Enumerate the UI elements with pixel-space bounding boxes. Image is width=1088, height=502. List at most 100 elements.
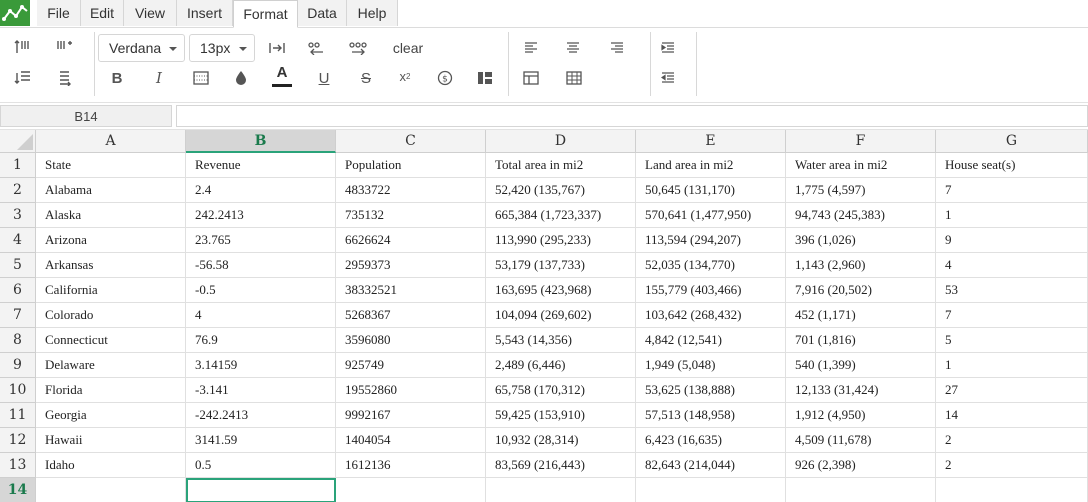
align-center-icon[interactable] [560,36,586,60]
cell-c12[interactable]: 1404054 [336,428,486,453]
cell-g5[interactable]: 4 [936,253,1088,278]
column-header-e[interactable]: E [636,130,786,153]
cell-g7[interactable]: 7 [936,303,1088,328]
cell-c10[interactable]: 19552860 [336,378,486,403]
cell-c9[interactable]: 925749 [336,353,486,378]
menu-edit[interactable]: Edit [81,0,124,26]
text-wrap-icon[interactable] [264,36,290,60]
row-header-3[interactable]: 3 [0,203,36,228]
cell-b10[interactable]: -3.141 [186,378,336,403]
cell-a12[interactable]: Hawaii [36,428,186,453]
cell-f8[interactable]: 701 (1,816) [786,328,936,353]
insert-column-icon[interactable] [52,35,78,59]
underline-icon[interactable]: U [311,66,337,90]
column-header-b[interactable]: B [186,130,336,153]
row-header-12[interactable]: 12 [0,428,36,453]
cell-f5[interactable]: 1,143 (2,960) [786,253,936,278]
align-left-icon[interactable] [518,36,544,60]
insert-row-above-icon[interactable] [10,35,36,59]
delete-row-icon[interactable] [10,66,36,90]
cell-g11[interactable]: 14 [936,403,1088,428]
row-header-4[interactable]: 4 [0,228,36,253]
cell-b8[interactable]: 76.9 [186,328,336,353]
cell-e4[interactable]: 113,594 (294,207) [636,228,786,253]
cell-f2[interactable]: 1,775 (4,597) [786,178,936,203]
cell-d11[interactable]: 59,425 (153,910) [486,403,636,428]
cell-c4[interactable]: 6626624 [336,228,486,253]
cell-c13[interactable]: 1612136 [336,453,486,478]
cell-f6[interactable]: 7,916 (20,502) [786,278,936,303]
cell-c6[interactable]: 38332521 [336,278,486,303]
decrease-decimal-icon[interactable] [304,36,330,60]
cell-e13[interactable]: 82,643 (214,044) [636,453,786,478]
cell-e12[interactable]: 6,423 (16,635) [636,428,786,453]
table-icon[interactable] [518,66,544,90]
row-header-10[interactable]: 10 [0,378,36,403]
indent-increase-icon[interactable] [655,36,681,60]
column-header-c[interactable]: C [336,130,486,153]
cell-d8[interactable]: 5,543 (14,356) [486,328,636,353]
cell-g3[interactable]: 1 [936,203,1088,228]
cell-b3[interactable]: 242.2413 [186,203,336,228]
cell-f3[interactable]: 94,743 (245,383) [786,203,936,228]
cell-b5[interactable]: -56.58 [186,253,336,278]
row-header-6[interactable]: 6 [0,278,36,303]
cell-e1[interactable]: Land area in mi2 [636,153,786,178]
cell-g1[interactable]: House seat(s) [936,153,1088,178]
cell-e11[interactable]: 57,513 (148,958) [636,403,786,428]
cell-a8[interactable]: Connecticut [36,328,186,353]
cell-a14[interactable] [36,478,186,502]
cell-d3[interactable]: 665,384 (1,723,337) [486,203,636,228]
italic-icon[interactable]: I [146,66,172,90]
indent-decrease-icon[interactable] [655,66,681,90]
cell-e3[interactable]: 570,641 (1,477,950) [636,203,786,228]
cell-b9[interactable]: 3.14159 [186,353,336,378]
cell-d1[interactable]: Total area in mi2 [486,153,636,178]
cell-d9[interactable]: 2,489 (6,446) [486,353,636,378]
row-header-7[interactable]: 7 [0,303,36,328]
row-header-13[interactable]: 13 [0,453,36,478]
cell-a9[interactable]: Delaware [36,353,186,378]
cell-c7[interactable]: 5268367 [336,303,486,328]
formula-input[interactable] [176,105,1088,127]
cell-g10[interactable]: 27 [936,378,1088,403]
cell-g2[interactable]: 7 [936,178,1088,203]
cell-c8[interactable]: 3596080 [336,328,486,353]
menu-data[interactable]: Data [298,0,347,26]
text-color-icon[interactable]: A [269,64,295,88]
cell-b6[interactable]: -0.5 [186,278,336,303]
cell-a5[interactable]: Arkansas [36,253,186,278]
cell-g4[interactable]: 9 [936,228,1088,253]
cell-c1[interactable]: Population [336,153,486,178]
cell-e10[interactable]: 53,625 (138,888) [636,378,786,403]
cell-e5[interactable]: 52,035 (134,770) [636,253,786,278]
superscript-icon[interactable]: x2 [392,64,418,88]
cell-b12[interactable]: 3141.59 [186,428,336,453]
cell-b2[interactable]: 2.4 [186,178,336,203]
cell-f14[interactable] [786,478,936,502]
cell-f9[interactable]: 540 (1,399) [786,353,936,378]
name-box[interactable]: B14 [0,105,172,127]
cell-c2[interactable]: 4833722 [336,178,486,203]
row-header-2[interactable]: 2 [0,178,36,203]
cell-a10[interactable]: Florida [36,378,186,403]
menu-insert[interactable]: Insert [177,0,233,26]
cell-d7[interactable]: 104,094 (269,602) [486,303,636,328]
cell-a6[interactable]: California [36,278,186,303]
bold-icon[interactable]: B [104,66,130,90]
cell-a11[interactable]: Georgia [36,403,186,428]
cell-d10[interactable]: 65,758 (170,312) [486,378,636,403]
cell-f4[interactable]: 396 (1,026) [786,228,936,253]
cell-d5[interactable]: 53,179 (137,733) [486,253,636,278]
cell-c5[interactable]: 2959373 [336,253,486,278]
cell-d14[interactable] [486,478,636,502]
cell-f10[interactable]: 12,133 (31,424) [786,378,936,403]
increase-decimal-icon[interactable] [346,36,372,60]
cell-a3[interactable]: Alaska [36,203,186,228]
clear-format-button[interactable]: clear [388,36,428,60]
cell-a7[interactable]: Colorado [36,303,186,328]
cell-g12[interactable]: 2 [936,428,1088,453]
cell-d12[interactable]: 10,932 (28,314) [486,428,636,453]
cell-e7[interactable]: 103,642 (268,432) [636,303,786,328]
cell-e6[interactable]: 155,779 (403,466) [636,278,786,303]
